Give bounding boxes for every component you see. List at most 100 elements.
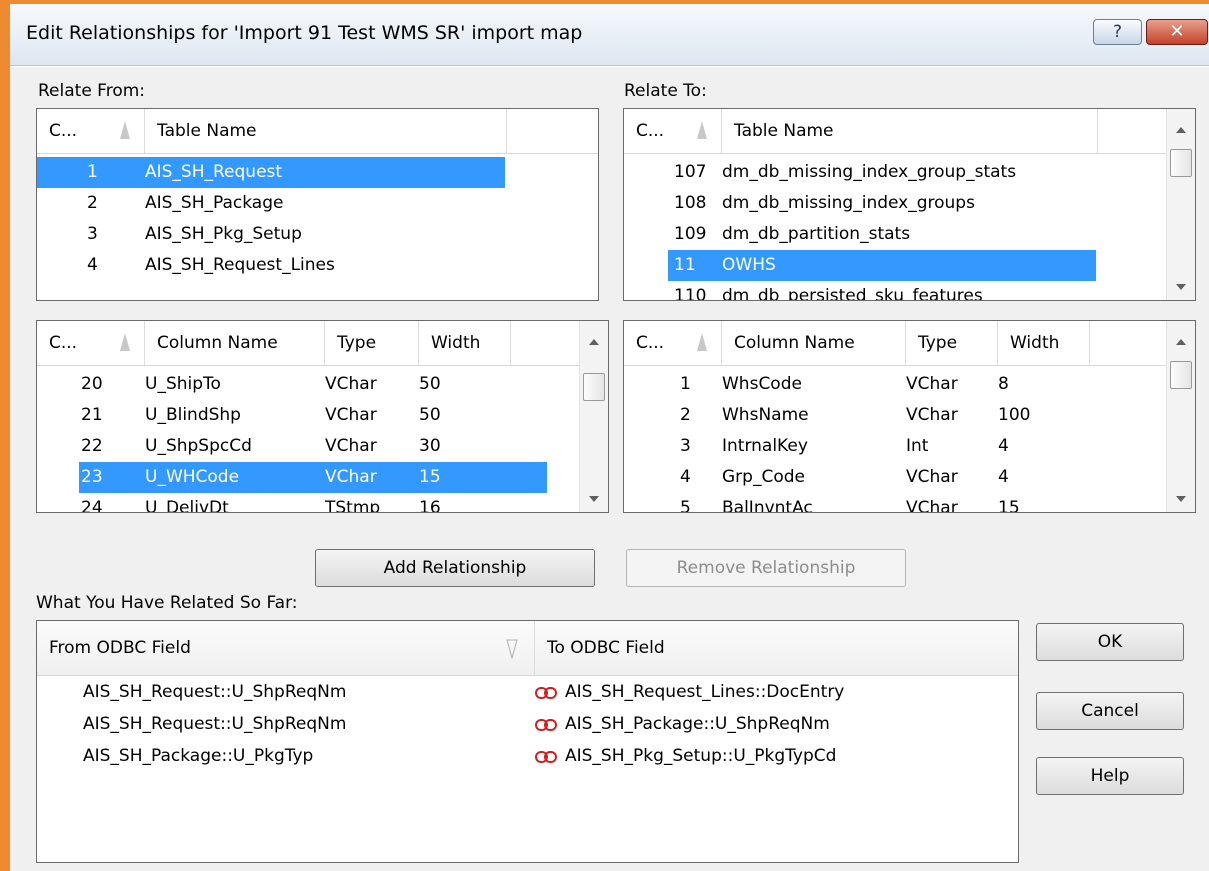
table-row[interactable]: 23 U_WHCode VChar 15 — [79, 462, 547, 493]
list-item[interactable]: AIS_SH_Request::U_ShpReqNm AIS_SH_Reques… — [37, 677, 1018, 708]
column-header-type[interactable]: Type — [325, 321, 419, 365]
table-row[interactable]: 108 dm_db_missing_index_groups — [624, 188, 1097, 219]
table-row[interactable]: 2 AIS_SH_Package — [37, 188, 505, 219]
link-icon — [535, 718, 557, 731]
title-bar: Edit Relationships for 'Import 91 Test W… — [10, 4, 1209, 66]
sort-descending-icon — [506, 639, 518, 659]
table-row[interactable]: 22 U_ShpSpcCd VChar 30 — [37, 431, 505, 462]
scroll-up-icon[interactable] — [1176, 127, 1186, 133]
column-header-column-name[interactable]: Column Name — [722, 321, 906, 365]
to-tables-header: C... Table Name — [624, 109, 1167, 154]
column-header-filler — [1098, 109, 1167, 153]
window-frame-left — [0, 0, 10, 871]
vertical-scrollbar[interactable] — [1166, 109, 1195, 300]
column-header-type[interactable]: Type — [906, 321, 998, 365]
table-row[interactable]: 5 BalInvntAc VChar 15 — [624, 493, 1090, 513]
table-row[interactable]: 4 AIS_SH_Request_Lines — [37, 250, 505, 281]
related-fields-list[interactable]: From ODBC Field To ODBC Field AIS_SH_Req… — [36, 620, 1019, 863]
row-table-name: OWHS — [722, 255, 776, 275]
help-button[interactable]: Help — [1036, 757, 1184, 795]
to-columns-list[interactable]: C... Column Name Type Width 1 WhsCode VC… — [623, 320, 1196, 513]
column-header-from-odbc-field[interactable]: From ODBC Field — [37, 621, 535, 675]
related-so-far-label: What You Have Related So Far: — [36, 593, 298, 613]
row-column-name: BalInvntAc — [722, 498, 813, 513]
row-number: 2 — [87, 193, 98, 213]
table-row[interactable]: 2 WhsName VChar 100 — [624, 400, 1090, 431]
column-header-filler — [511, 321, 580, 365]
table-row[interactable]: 107 dm_db_missing_index_group_stats — [624, 157, 1097, 188]
row-type: VChar — [325, 405, 377, 425]
row-table-name: dm_db_partition_stats — [722, 224, 911, 244]
relate-from-label: Relate From: — [38, 81, 146, 101]
scroll-down-icon[interactable] — [1176, 284, 1186, 290]
scroll-down-icon[interactable] — [1176, 496, 1186, 502]
vertical-scrollbar[interactable] — [1166, 321, 1195, 512]
to-columns-header: C... Column Name Type Width — [624, 321, 1167, 366]
scroll-thumb[interactable] — [583, 373, 605, 401]
table-row[interactable]: 1 AIS_SH_Request — [37, 157, 505, 188]
scroll-up-icon[interactable] — [1176, 339, 1186, 345]
row-number: 11 — [674, 255, 696, 275]
row-column-name: WhsName — [722, 405, 809, 425]
table-row[interactable]: 109 dm_db_partition_stats — [624, 219, 1097, 250]
vertical-scrollbar[interactable] — [579, 321, 608, 512]
row-number: 22 — [81, 436, 103, 456]
scroll-down-icon[interactable] — [589, 496, 599, 502]
column-header-width[interactable]: Width — [419, 321, 511, 365]
link-icon — [535, 750, 557, 763]
row-width: 4 — [998, 467, 1009, 487]
row-number: 1 — [87, 162, 98, 182]
column-header-number[interactable]: C... — [624, 321, 722, 365]
from-tables-list[interactable]: C... Table Name 1 AIS_SH_Request 2 AIS_S… — [36, 108, 599, 301]
add-relationship-button[interactable]: Add Relationship — [315, 549, 595, 587]
column-header-table-name[interactable]: Table Name — [722, 109, 1098, 153]
row-width: 4 — [998, 436, 1009, 456]
ok-button[interactable]: OK — [1036, 623, 1184, 661]
table-row[interactable]: 110 dm_db_persisted_sku_features — [624, 281, 1097, 300]
row-number: 23 — [81, 467, 103, 487]
to-tables-list[interactable]: C... Table Name 107 dm_db_missing_index_… — [623, 108, 1196, 301]
row-width: 50 — [419, 374, 441, 394]
column-header-column-name[interactable]: Column Name — [145, 321, 325, 365]
list-item[interactable]: AIS_SH_Request::U_ShpReqNm AIS_SH_Packag… — [37, 709, 1018, 740]
table-row[interactable]: 24 U_DelivDt TStmp 16 — [37, 493, 505, 513]
column-header-filler — [1090, 321, 1167, 365]
row-column-name: U_DelivDt — [145, 498, 229, 513]
row-number: 20 — [81, 374, 103, 394]
column-header-number[interactable]: C... — [37, 321, 145, 365]
remove-relationship-button[interactable]: Remove Relationship — [626, 549, 906, 587]
table-row[interactable]: 11 OWHS — [668, 250, 1096, 281]
table-row[interactable]: 21 U_BlindShp VChar 50 — [37, 400, 505, 431]
row-number: 109 — [674, 224, 707, 244]
column-header-number[interactable]: C... — [624, 109, 722, 153]
row-type: VChar — [325, 374, 377, 394]
column-header-number[interactable]: C... — [37, 109, 145, 153]
close-button[interactable]: ✕ — [1146, 19, 1208, 45]
row-table-name: AIS_SH_Request — [145, 162, 283, 182]
row-type: VChar — [906, 498, 958, 513]
row-column-name: U_ShpSpcCd — [145, 436, 252, 456]
list-item[interactable]: AIS_SH_Package::U_PkgTyp AIS_SH_Pkg_Setu… — [37, 741, 1018, 772]
from-columns-list[interactable]: C... Column Name Type Width 20 U_ShipTo … — [36, 320, 609, 513]
column-header-table-name[interactable]: Table Name — [145, 109, 507, 153]
window-title: Edit Relationships for 'Import 91 Test W… — [26, 22, 583, 44]
table-row[interactable]: 3 IntrnalKey Int 4 — [624, 431, 1090, 462]
row-column-name: U_ShipTo — [145, 374, 221, 394]
dialog-client-area: Relate From: Relate To: C... Table Name … — [10, 67, 1209, 871]
title-help-button[interactable]: ? — [1093, 19, 1142, 45]
scroll-thumb[interactable] — [1170, 149, 1192, 177]
row-type: VChar — [906, 405, 958, 425]
row-table-name: AIS_SH_Pkg_Setup — [145, 224, 302, 244]
scroll-up-icon[interactable] — [589, 339, 599, 345]
scroll-thumb[interactable] — [1170, 361, 1192, 389]
table-row[interactable]: 1 WhsCode VChar 8 — [624, 369, 1090, 400]
from-columns-header: C... Column Name Type Width — [37, 321, 580, 366]
table-row[interactable]: 20 U_ShipTo VChar 50 — [37, 369, 505, 400]
from-tables-header: C... Table Name — [37, 109, 598, 154]
column-header-to-odbc-field[interactable]: To ODBC Field — [535, 621, 1018, 675]
row-number: 2 — [680, 405, 691, 425]
column-header-width[interactable]: Width — [998, 321, 1090, 365]
table-row[interactable]: 4 Grp_Code VChar 4 — [624, 462, 1090, 493]
cancel-button[interactable]: Cancel — [1036, 692, 1184, 730]
table-row[interactable]: 3 AIS_SH_Pkg_Setup — [37, 219, 505, 250]
